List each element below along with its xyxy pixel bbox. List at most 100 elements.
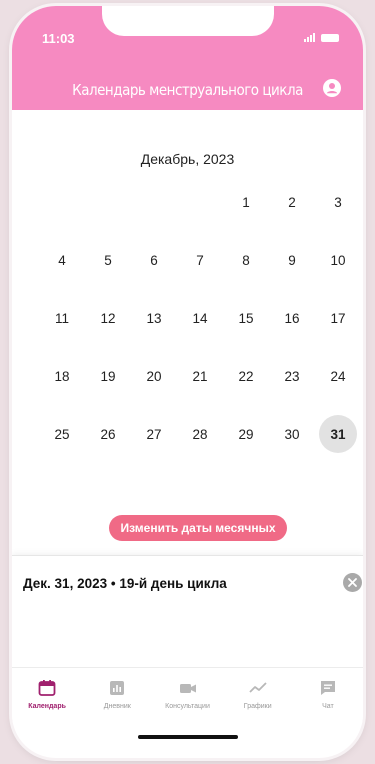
phone-screen: 11:03 Календарь менструального цикла Дек…	[12, 6, 363, 758]
month-title: Декабрь, 2023	[140, 151, 235, 167]
calendar-day[interactable]: 1	[223, 182, 269, 222]
calendar-day[interactable]: 4	[39, 240, 85, 280]
calendar-day-number: 25	[54, 426, 70, 442]
calendar-day-number: 10	[330, 252, 346, 268]
calendar-day-number: 3	[334, 194, 342, 210]
calendar-day-number: 19	[100, 368, 116, 384]
tab-diary[interactable]: Дневник	[82, 668, 152, 726]
calendar-empty-cell	[131, 182, 177, 222]
page-title: Календарь менструального цикла	[72, 81, 303, 99]
calendar-day[interactable]: 25	[39, 414, 85, 454]
calendar-day[interactable]: 12	[85, 298, 131, 338]
calendar-icon	[38, 680, 56, 696]
chat-icon	[320, 681, 335, 695]
calendar-day-number: 5	[104, 252, 112, 268]
close-icon	[348, 578, 357, 587]
calendar-day-number: 30	[284, 426, 300, 442]
calendar-day[interactable]: 23	[269, 356, 315, 396]
day-detail-sheet	[12, 555, 363, 676]
calendar-day[interactable]: 20	[131, 356, 177, 396]
calendar-day-number: 1	[242, 194, 250, 210]
calendar-day-number: 22	[238, 368, 254, 384]
video-icon	[179, 684, 196, 693]
calendar-day-number: 20	[146, 368, 162, 384]
calendar-day[interactable]: 31	[315, 414, 361, 454]
signal-icon	[304, 33, 315, 42]
calendar-day[interactable]: 6	[131, 240, 177, 280]
calendar-day-number: 13	[146, 310, 162, 326]
calendar-day[interactable]: 29	[223, 414, 269, 454]
calendar-day-number: 28	[192, 426, 208, 442]
calendar-day-number: 8	[242, 252, 250, 268]
calendar-day-number: 26	[100, 426, 116, 442]
tab-label-chat: Чат	[322, 703, 334, 710]
calendar-day-number: 24	[330, 368, 346, 384]
calendar-day-number: 15	[238, 310, 254, 326]
calendar-day-number: 27	[146, 426, 162, 442]
calendar-week-row: 1 2 3	[39, 182, 361, 240]
calendar-day[interactable]: 21	[177, 356, 223, 396]
calendar-week-row: 18 19 20 21 22 23 24	[39, 356, 361, 414]
calendar-day[interactable]: 24	[315, 356, 361, 396]
calendar-empty-cell	[85, 182, 131, 222]
app-header: 11:03 Календарь менструального цикла	[12, 6, 363, 110]
calendar-day[interactable]: 14	[177, 298, 223, 338]
calendar-day[interactable]: 30	[269, 414, 315, 454]
calendar-day[interactable]: 13	[131, 298, 177, 338]
cycle-day-info: Дек. 31, 2023 • 19-й день цикла	[23, 576, 227, 591]
tab-graphs[interactable]: Графики	[223, 668, 293, 726]
status-time: 11:03	[42, 31, 75, 46]
bottom-tab-bar: Календарь Дневник Консультации Графики Ч…	[12, 667, 363, 726]
calendar-day[interactable]: 27	[131, 414, 177, 454]
calendar-day[interactable]: 10	[315, 240, 361, 280]
calendar-day[interactable]: 15	[223, 298, 269, 338]
calendar-day[interactable]: 22	[223, 356, 269, 396]
calendar-day-number: 4	[58, 252, 66, 268]
calendar-day[interactable]: 16	[269, 298, 315, 338]
calendar-day[interactable]: 26	[85, 414, 131, 454]
calendar-week-row: 25 26 27 28 29 30 31	[39, 414, 361, 472]
edit-period-dates-button[interactable]: Изменить даты месячных	[109, 515, 287, 541]
user-profile-icon[interactable]	[323, 79, 341, 97]
calendar-day-number: 31	[330, 426, 346, 442]
calendar-day-number: 12	[100, 310, 116, 326]
calendar-grid: 1 2 3 4 5 6 7 8 9 10 11 12 13 14 15 16 17 18 19 20 21 22 23 24 2…	[39, 182, 361, 472]
trend-icon	[249, 682, 267, 693]
calendar-day-number: 16	[284, 310, 300, 326]
calendar-day[interactable]: 11	[39, 298, 85, 338]
calendar-day[interactable]: 18	[39, 356, 85, 396]
calendar-day[interactable]: 8	[223, 240, 269, 280]
calendar-empty-cell	[39, 182, 85, 222]
calendar-day-number: 9	[288, 252, 296, 268]
calendar-week-row: 11 12 13 14 15 16 17	[39, 298, 361, 356]
calendar-day-number: 11	[54, 310, 69, 326]
calendar-day[interactable]: 2	[269, 182, 315, 222]
chart-bar-icon	[110, 681, 125, 695]
calendar-day-number: 14	[192, 310, 208, 326]
calendar-day-number: 21	[192, 368, 208, 384]
calendar-day[interactable]: 5	[85, 240, 131, 280]
home-indicator	[138, 735, 238, 739]
calendar-day-number: 17	[330, 310, 346, 326]
battery-icon	[321, 33, 339, 42]
tab-label-calendar: Календарь	[28, 703, 66, 710]
calendar-day[interactable]: 3	[315, 182, 361, 222]
calendar-empty-cell	[177, 182, 223, 222]
tab-consultations[interactable]: Консультации	[152, 668, 222, 726]
calendar-day[interactable]: 19	[85, 356, 131, 396]
calendar-day-number: 18	[54, 368, 70, 384]
tab-chat[interactable]: Чат	[293, 668, 363, 726]
calendar-day-number: 6	[150, 252, 158, 268]
calendar-day[interactable]: 7	[177, 240, 223, 280]
status-icons	[304, 33, 339, 42]
calendar-day[interactable]: 9	[269, 240, 315, 280]
tab-label-diary: Дневник	[103, 703, 131, 710]
calendar-day[interactable]: 28	[177, 414, 223, 454]
notch	[102, 6, 274, 36]
tab-calendar[interactable]: Календарь	[12, 668, 82, 726]
close-detail-button[interactable]	[343, 573, 362, 592]
tab-label-consultations: Консультации	[165, 703, 210, 710]
calendar-day[interactable]: 17	[315, 298, 361, 338]
calendar-week-row: 4 5 6 7 8 9 10	[39, 240, 361, 298]
calendar-day-number: 29	[238, 426, 254, 442]
